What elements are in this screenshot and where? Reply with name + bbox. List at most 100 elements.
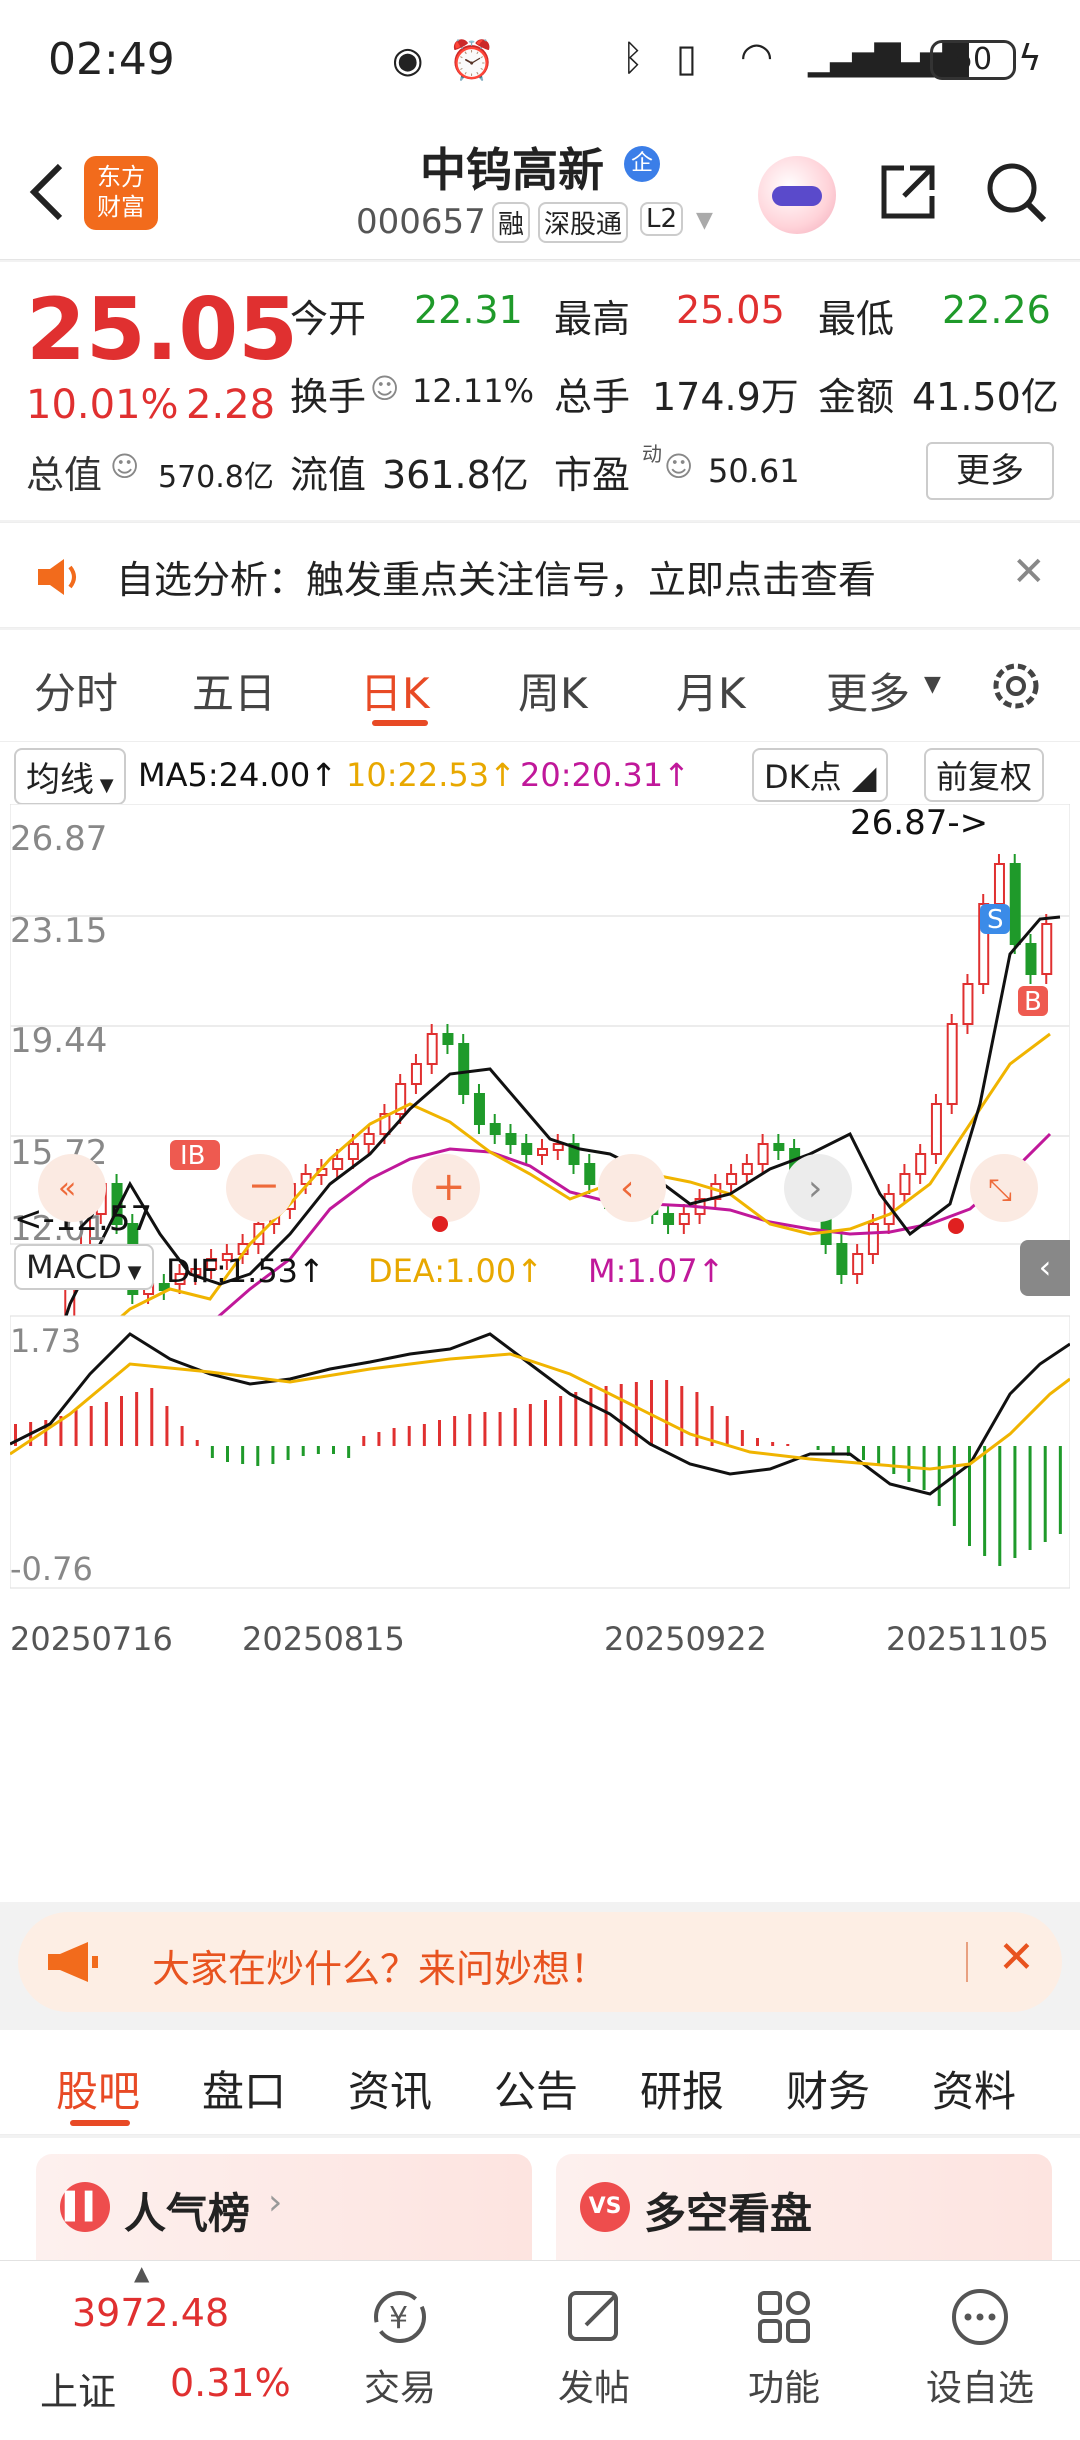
macd-bar: [438, 1420, 441, 1446]
dk-point-toggle[interactable]: DK点 ◢: [752, 748, 889, 802]
tab-finance[interactable]: 财务: [786, 2058, 870, 2119]
tab-month-k[interactable]: 月K: [676, 660, 746, 721]
caret-up-icon: ▲: [134, 2261, 150, 2285]
assistant-avatar[interactable]: [758, 156, 836, 234]
macd-bar: [816, 1446, 820, 1450]
close-icon[interactable]: ✕: [1012, 549, 1046, 595]
tab-minute[interactable]: 分时: [34, 660, 118, 721]
macd-bar: [392, 1428, 396, 1446]
macd-bar: [468, 1414, 472, 1446]
nav-trade-label: 交易: [363, 2368, 436, 2409]
active-content-tab-underline: [70, 2120, 130, 2126]
price-change-pct: 10.01%: [26, 382, 179, 428]
notice-bar[interactable]: 自选分析：触发重点关注信号，立即点击查看 ✕: [0, 522, 1080, 628]
candle-body: [1041, 923, 1053, 975]
macd-bar: [362, 1436, 366, 1446]
index-value: 3972.48: [72, 2291, 230, 2335]
tab-announcement[interactable]: 公告: [494, 2058, 578, 2119]
svg-text:B: B: [1024, 987, 1042, 1017]
macd-bar: [135, 1392, 139, 1446]
macd-bar: [301, 1446, 305, 1456]
tab-news[interactable]: 资讯: [348, 2058, 432, 2119]
ma-selector-label: 均线: [26, 760, 94, 800]
y-tick-2: 19.44: [10, 1021, 107, 1061]
candle-body: [505, 1133, 517, 1145]
candle-body: [489, 1123, 501, 1135]
nav-functions[interactable]: 功能: [724, 2285, 844, 2425]
macd-bar: [513, 1408, 517, 1446]
candle-body: [852, 1253, 864, 1275]
macd-bar: [210, 1446, 214, 1458]
mcap-label: 总值: [26, 453, 103, 497]
panel-collapse-icon[interactable]: ‹: [1020, 1240, 1070, 1296]
macd-bar: [165, 1406, 169, 1446]
macd-bar: [377, 1432, 381, 1446]
ma-selector[interactable]: 均线 ▼: [14, 748, 126, 805]
speaker-icon: [38, 559, 76, 595]
macd-bar: [120, 1396, 123, 1446]
tab-guba[interactable]: 股吧: [56, 2058, 140, 2119]
share-icon[interactable]: [876, 160, 940, 224]
long-short-card[interactable]: VS 多空看盘: [556, 2154, 1052, 2260]
chevron-right-icon: ›: [268, 2182, 283, 2223]
settings-gear-icon[interactable]: [986, 656, 1046, 716]
signal-b-marker-2: IB: [170, 1140, 220, 1171]
macd-selector[interactable]: MACD ▼: [14, 1244, 154, 1290]
macd-caret-icon: ▼: [121, 1262, 142, 1283]
adjust-toggle[interactable]: 前复权: [924, 748, 1045, 802]
signal-b-marker: B: [1018, 986, 1048, 1017]
tab-profile[interactable]: 资料: [932, 2058, 1016, 2119]
amount-label: 金额: [818, 375, 895, 419]
candle-body: [1025, 943, 1037, 975]
close-icon-2[interactable]: ✕: [998, 1932, 1035, 1983]
macd-bar: [862, 1446, 865, 1460]
feature-cards: ▌▍ 人气榜 › VS 多空看盘: [0, 2138, 1080, 2260]
tab-five-day[interactable]: 五日: [192, 660, 276, 721]
macd-bar: [150, 1388, 154, 1446]
vibrate-icon: ▯: [676, 36, 697, 80]
open-label: 今开: [290, 297, 367, 341]
index-name: 上证: [40, 2370, 117, 2414]
float-value: 361.8亿: [382, 453, 529, 497]
macd-bar: [180, 1426, 184, 1446]
info-icon[interactable]: ☺: [370, 372, 399, 405]
nav-trade[interactable]: ¥ 交易: [340, 2285, 460, 2425]
macd-top-tick: 1.73: [10, 1322, 81, 1360]
info-icon-3[interactable]: ☺: [664, 450, 693, 483]
tab-more[interactable]: 更多: [826, 660, 910, 721]
kline-chart[interactable]: 26.87 23.15 19.44 15.72 12.01 26.87-> <-…: [10, 804, 1070, 1804]
candle-body: [836, 1243, 848, 1275]
info-icon-2[interactable]: ☺: [110, 450, 139, 483]
dropdown-icon[interactable]: ▼: [696, 208, 713, 233]
tab-pankou[interactable]: 盘口: [202, 2058, 286, 2119]
tag-l2: L2: [640, 202, 684, 236]
float-label: 流值: [290, 453, 367, 497]
macd-bar: [1028, 1446, 1032, 1550]
y-tick-1: 23.15: [10, 911, 107, 951]
logo-line2: 财富: [97, 193, 145, 221]
low-value: 22.26: [942, 288, 1051, 332]
stock-header: 东方 财富 中钨高新 企 000657 融 深股通 L2 ▼: [0, 120, 1080, 260]
candle-body: [741, 1163, 753, 1175]
macd-bar: [877, 1446, 881, 1466]
ask-banner[interactable]: 大家在炒什么？来问妙想！ ✕: [18, 1912, 1062, 2012]
bluetooth-icon: ᛒ: [622, 38, 644, 79]
macd-bar: [604, 1386, 608, 1446]
ma-caret-icon: ▼: [94, 775, 114, 796]
macd-bar: [786, 1444, 790, 1446]
y-tick-0: 26.87: [10, 819, 107, 859]
popularity-card[interactable]: ▌▍ 人气榜 ›: [36, 2154, 532, 2260]
tab-day-k[interactable]: 日K: [360, 660, 430, 721]
dif-legend: DIF:1.53↑: [166, 1252, 325, 1290]
nav-post[interactable]: 发帖: [534, 2285, 654, 2425]
nav-add-watchlist[interactable]: 设自选: [910, 2285, 1050, 2425]
tab-research[interactable]: 研报: [640, 2058, 724, 2119]
search-icon[interactable]: [982, 158, 1050, 226]
back-icon[interactable]: [24, 160, 68, 224]
tab-week-k[interactable]: 周K: [518, 660, 588, 721]
candle-body: [899, 1173, 911, 1195]
date-tick-2: 20250922: [604, 1620, 767, 1658]
index-widget[interactable]: ▲ 3972.48 上证 0.31%: [0, 2261, 291, 2440]
more-button[interactable]: 更多: [926, 442, 1054, 500]
candle-body: [962, 983, 974, 1025]
